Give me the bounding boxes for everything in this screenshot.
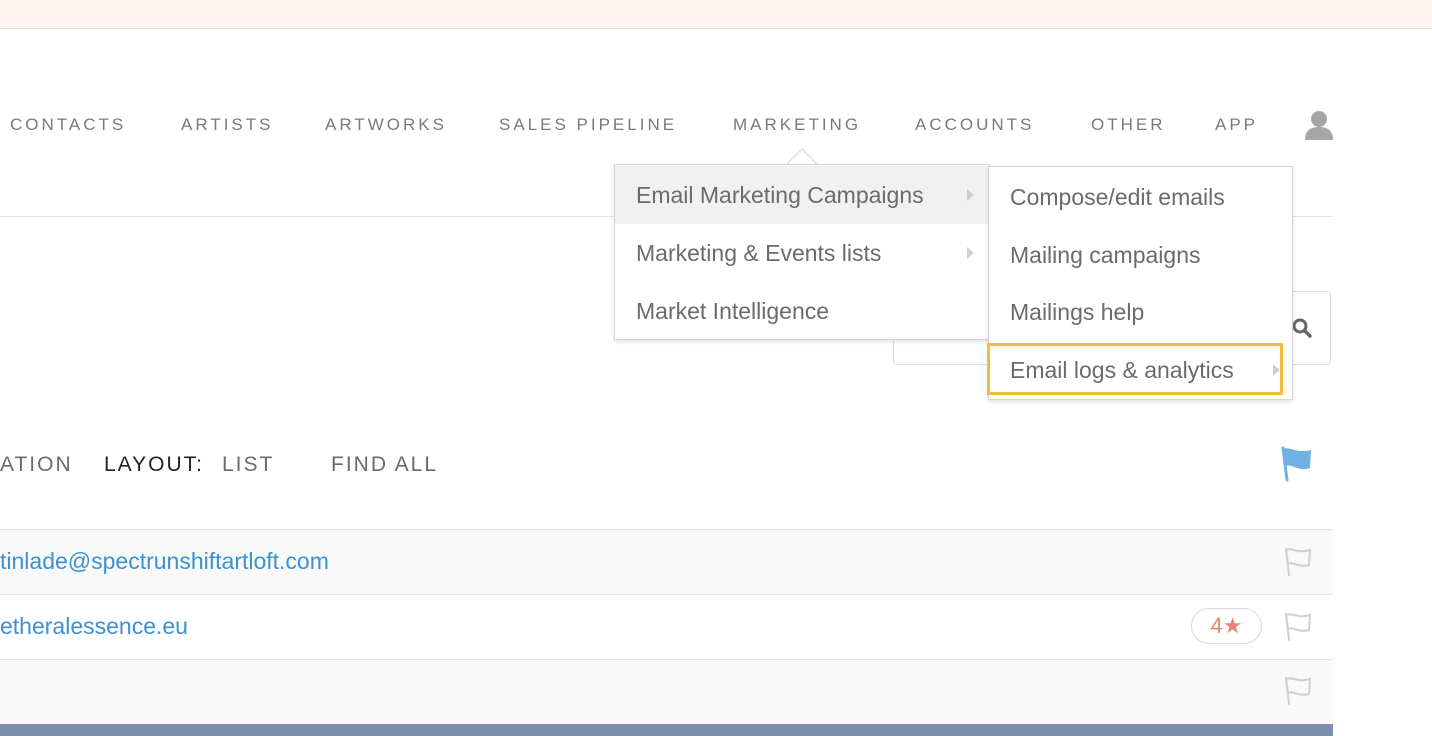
menu-item-market-intelligence[interactable]: Market Intelligence bbox=[615, 282, 989, 340]
table-row[interactable]: tinlade@spectrunshiftartloft.com bbox=[0, 529, 1333, 595]
menu-item-label: Mailings help bbox=[1010, 299, 1145, 325]
chevron-right-icon bbox=[967, 189, 974, 201]
menu-item-email-logs-analytics[interactable]: Email logs & analytics bbox=[989, 341, 1292, 399]
search-icon[interactable] bbox=[1290, 316, 1314, 340]
nav-marketing[interactable]: MARKETING bbox=[733, 108, 861, 142]
menu-item-label: Compose/edit emails bbox=[1010, 184, 1225, 210]
menu-item-mailing-campaigns[interactable]: Mailing campaigns bbox=[989, 226, 1292, 284]
menu-item-label: Mailing campaigns bbox=[1010, 242, 1201, 268]
flag-outline-icon[interactable] bbox=[1283, 612, 1313, 642]
layout-label: LAYOUT: bbox=[104, 453, 204, 476]
menu-item-label: Email logs & analytics bbox=[1010, 357, 1234, 383]
nav-sales-pipeline[interactable]: SALES PIPELINE bbox=[499, 108, 677, 142]
nav-artworks[interactable]: ARTWORKS bbox=[325, 108, 447, 142]
nav-app[interactable]: APP bbox=[1215, 108, 1258, 142]
menu-item-mailings-help[interactable]: Mailings help bbox=[989, 283, 1292, 341]
menu-item-label: Email Marketing Campaigns bbox=[636, 182, 924, 208]
rating-badge: 4★ bbox=[1191, 608, 1262, 644]
chevron-right-icon bbox=[967, 247, 974, 259]
email-campaigns-submenu: Compose/edit emails Mailing campaigns Ma… bbox=[988, 166, 1293, 400]
bottom-bar bbox=[0, 724, 1333, 736]
nav-accounts[interactable]: ACCOUNTS bbox=[915, 108, 1034, 142]
flag-filter-icon[interactable] bbox=[1280, 446, 1314, 482]
chevron-right-icon bbox=[1273, 364, 1280, 376]
top-banner bbox=[0, 0, 1432, 29]
row-email-link[interactable]: etheralessence.eu bbox=[0, 613, 188, 640]
main-nav: CONTACTS ARTISTS ARTWORKS SALES PIPELINE… bbox=[0, 108, 1332, 142]
star-icon: ★ bbox=[1222, 613, 1243, 638]
menu-item-compose-edit-emails[interactable]: Compose/edit emails bbox=[989, 168, 1292, 226]
nav-other[interactable]: OTHER bbox=[1091, 108, 1166, 142]
table-row[interactable] bbox=[0, 659, 1333, 725]
find-all-button[interactable]: FIND ALL bbox=[331, 450, 438, 480]
menu-item-label: Marketing & Events lists bbox=[636, 240, 882, 266]
marketing-dropdown-menu: Email Marketing Campaigns Marketing & Ev… bbox=[614, 164, 990, 340]
user-avatar-icon[interactable] bbox=[1302, 108, 1336, 142]
menu-item-label: Market Intelligence bbox=[636, 298, 830, 324]
layout-list-option[interactable]: LIST bbox=[222, 450, 274, 480]
menu-item-email-marketing-campaigns[interactable]: Email Marketing Campaigns bbox=[615, 166, 989, 224]
menu-item-marketing-events-lists[interactable]: Marketing & Events lists bbox=[615, 224, 989, 282]
toolbar-partial-option[interactable]: ATION bbox=[0, 450, 73, 480]
rating-value: 4 bbox=[1210, 613, 1223, 638]
flag-outline-icon[interactable] bbox=[1283, 547, 1313, 577]
table-row[interactable]: etheralessence.eu bbox=[0, 594, 1333, 660]
list-toolbar: ATION LAYOUT: LIST FIND ALL bbox=[0, 450, 1332, 480]
flag-outline-icon[interactable] bbox=[1283, 676, 1313, 706]
nav-contacts[interactable]: CONTACTS bbox=[10, 108, 126, 142]
nav-artists[interactable]: ARTISTS bbox=[181, 108, 273, 142]
row-email-link[interactable]: tinlade@spectrunshiftartloft.com bbox=[0, 548, 329, 575]
